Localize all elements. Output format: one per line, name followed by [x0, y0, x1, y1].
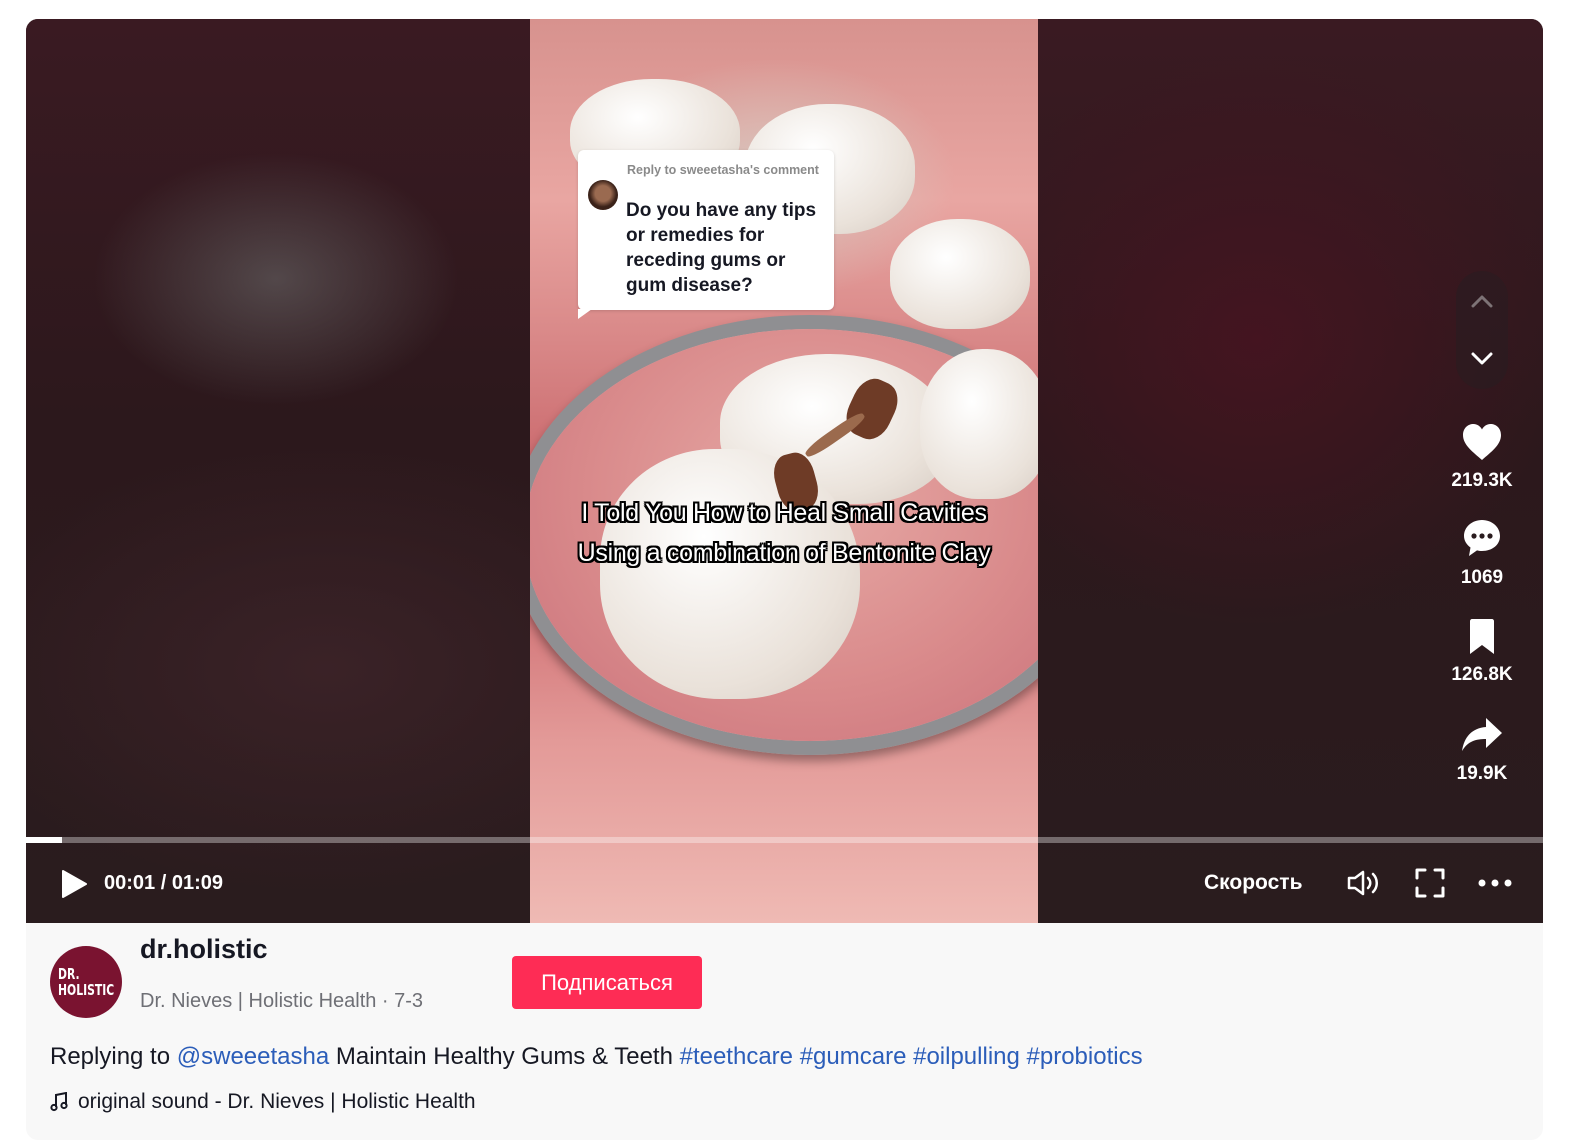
mirror-tooth-right [920, 349, 1038, 499]
tooth-upper-right [890, 219, 1030, 329]
playback-time: 00:01 / 01:09 [104, 872, 223, 894]
video-nav-pill [1456, 271, 1508, 389]
heart-icon [1463, 424, 1501, 460]
previous-video-button[interactable] [1456, 279, 1508, 323]
more-options-button[interactable] [1475, 865, 1515, 901]
video-caption-overlay: I Told You How to Heal Small Cavities Us… [577, 499, 991, 567]
video-post-card: Reply to sweeetasha's comment Do you hav… [26, 19, 1543, 1140]
chevron-up-icon [1471, 295, 1493, 308]
commenter-avatar [588, 180, 618, 210]
next-video-button[interactable] [1456, 337, 1508, 381]
comment-action[interactable]: 1069 [1437, 517, 1527, 589]
like-count: 219.3K [1451, 470, 1513, 491]
reply-comment-bubble: Reply to sweeetasha's comment Do you hav… [578, 150, 834, 319]
video-player[interactable]: Reply to sweeetasha's comment Do you hav… [26, 19, 1543, 923]
avatar-line2: HOLISTIC [57, 981, 115, 999]
video-frame[interactable]: Reply to sweeetasha's comment Do you hav… [530, 19, 1038, 923]
reply-header: Reply to sweeetasha's comment [627, 163, 819, 177]
more-dots-icon [1478, 879, 1512, 887]
speed-button[interactable]: Скорость [1204, 871, 1302, 895]
follow-button[interactable]: Подписаться [512, 956, 702, 1009]
bookmark-action[interactable]: 126.8K [1437, 618, 1527, 686]
volume-button[interactable] [1344, 865, 1384, 901]
player-controls: 00:01 / 01:09 Скорость [26, 843, 1543, 923]
reply-question: Do you have any tips or remedies for rec… [626, 200, 817, 296]
play-button[interactable] [60, 869, 90, 899]
share-arrow-icon [1462, 718, 1502, 751]
fullscreen-button[interactable] [1410, 865, 1450, 901]
share-action[interactable]: 19.9K [1437, 715, 1527, 785]
share-count: 19.9K [1456, 763, 1508, 784]
like-action[interactable]: 219.3K [1437, 422, 1527, 492]
play-icon [62, 870, 87, 898]
chevron-down-icon [1471, 352, 1493, 365]
fullscreen-icon [1415, 868, 1445, 898]
avatar-logo-text: DR. HOLISTIC [58, 966, 114, 998]
mirror-tooth-front [600, 449, 860, 699]
comment-bubble-icon [1464, 520, 1500, 556]
comment-count: 1069 [1460, 567, 1504, 588]
author-avatar[interactable]: DR. HOLISTIC [50, 946, 122, 1018]
bookmark-count: 126.8K [1451, 664, 1513, 685]
bookmark-icon [1470, 619, 1494, 654]
volume-icon [1347, 870, 1378, 896]
avatar-line1: DR. [57, 965, 80, 983]
